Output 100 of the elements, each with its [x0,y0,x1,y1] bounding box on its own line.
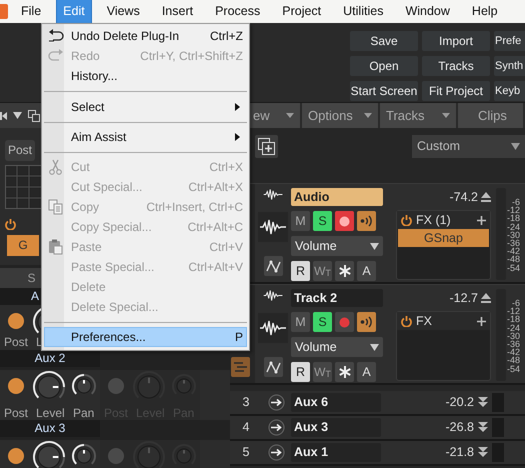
collapse-icon[interactable] [481,192,491,202]
lanes-button[interactable] [231,357,250,377]
add-icon[interactable] [477,216,486,224]
view-tab[interactable]: Clips [458,103,525,128]
waveform-icon [258,313,288,343]
menu-item[interactable]: Select [44,97,247,117]
post-label: Post [4,334,28,351]
automation-button[interactable] [264,256,282,276]
caret-icon [370,242,379,250]
asterisk-icon [338,366,350,378]
view-tab[interactable]: ew [250,103,302,128]
automation-mode-button[interactable]: A [357,261,376,281]
input-echo-button[interactable] [357,312,376,332]
toolbar-button[interactable]: Import [422,31,490,51]
waveform-icon [258,212,288,242]
send-enable-dot[interactable] [108,448,124,464]
toolbar-button[interactable]: Open [350,56,418,76]
menu-item[interactable]: Process [208,0,268,25]
fx-title: FX (1) [416,212,451,229]
send-enable-dot[interactable] [8,448,24,464]
arm-automation-button[interactable] [335,261,354,281]
send-enable-dot[interactable] [108,378,124,394]
read-button[interactable]: R [291,261,310,281]
read-button[interactable]: R [291,362,310,382]
sends-tab[interactable]: S [0,268,41,288]
send-enable-dot[interactable] [8,378,24,394]
add-icon[interactable] [477,316,486,326]
track-name-field[interactable]: Audio [291,188,383,206]
menu-item[interactable]: History... [44,66,247,86]
post-button[interactable]: Post [5,140,35,161]
meter-scale-label: -48 [506,356,520,365]
meter-scale-label: -36 [506,239,520,248]
send-name: Aux 2 [0,350,100,367]
track-number: 3 [242,394,250,412]
input-echo-button[interactable] [357,211,376,231]
toolbar-button[interactable]: Tracks [422,56,490,76]
caret-icon [370,344,379,350]
arm-automation-button[interactable] [335,362,354,382]
power-icon[interactable] [401,316,412,326]
skip-back-icon[interactable] [0,110,7,120]
meter-scale-label: -54 [506,364,520,373]
menu-item[interactable]: Insert [154,0,200,25]
preset-dropdown[interactable]: Custom [412,135,525,158]
view-tab[interactable]: Tracks [380,103,458,128]
automation-mode-button[interactable]: A [357,362,376,382]
plugin-button[interactable]: G [7,235,39,256]
expand-icon[interactable] [478,397,488,408]
menu-item[interactable]: Undo Delete Plug-In Ctrl+Z [44,26,247,46]
power-icon[interactable] [401,214,412,226]
caret-icon[interactable] [442,113,450,118]
track-name-field[interactable]: Track 2 [291,289,383,307]
meter-scale-label: -24 [506,222,520,231]
menu-item[interactable]: Window [398,0,457,25]
solo-button[interactable]: S [313,312,332,332]
automation-button[interactable] [264,357,282,377]
menu-item[interactable]: Utilities [336,0,390,25]
mute-button[interactable]: M [291,211,310,231]
track-name-field[interactable]: Aux 6 [291,393,381,412]
caret-icon[interactable] [364,113,372,118]
power-icon[interactable] [5,219,16,230]
caret-icon[interactable] [13,112,22,119]
solo-button[interactable]: S [313,211,332,231]
expand-icon[interactable] [478,422,488,433]
menu-item[interactable]: File [14,0,48,25]
clipboard-icon [48,239,64,255]
send-enable-dot[interactable] [8,313,24,329]
toolbar-button[interactable]: Synth [494,56,525,76]
meter-scale-label: -12 [506,307,520,316]
volume-value: -26.8 [444,419,474,436]
menu-item[interactable]: Aim Assist [44,127,247,147]
expand-icon[interactable] [478,447,488,458]
menu-item[interactable]: Help [464,0,505,25]
meter-scale-label: -6 [512,198,520,206]
windows-icon[interactable] [28,110,40,122]
meter-scale-label: -30 [506,230,520,240]
track-name-field[interactable]: Aux 3 [291,418,381,437]
automation-dropdown[interactable]: Volume [291,236,383,256]
toolbar-button[interactable]: Start Screen [350,81,418,101]
toolbar-button[interactable]: Prefe [494,31,525,51]
meter-scale-label: -12 [506,206,520,214]
volume-value: -20.2 [444,394,474,412]
toolbar-button[interactable]: Keyb [494,81,525,101]
menu-item[interactable]: Preferences... P [44,327,247,347]
toolbar-button[interactable]: Fit Project [422,81,490,101]
track-name-field[interactable]: Aux 1 [291,443,381,462]
plugin-slot[interactable]: GSnap [398,229,489,247]
add-track-button[interactable] [255,135,278,158]
automation-dropdown[interactable]: Volume [291,337,383,357]
toolbar-button[interactable]: Save [350,31,418,51]
view-tab[interactable]: Options [302,103,380,128]
copy-icon [48,199,64,215]
mute-button[interactable]: M [291,312,310,332]
caret-icon[interactable] [286,113,294,118]
graph-display [5,165,42,209]
menu-item[interactable]: Views [100,0,147,25]
envelope-icon [266,360,280,374]
menu-item[interactable]: Project [275,0,328,25]
collapse-icon[interactable] [481,292,491,304]
record-button[interactable] [335,211,354,231]
level-knob[interactable] [32,440,66,468]
